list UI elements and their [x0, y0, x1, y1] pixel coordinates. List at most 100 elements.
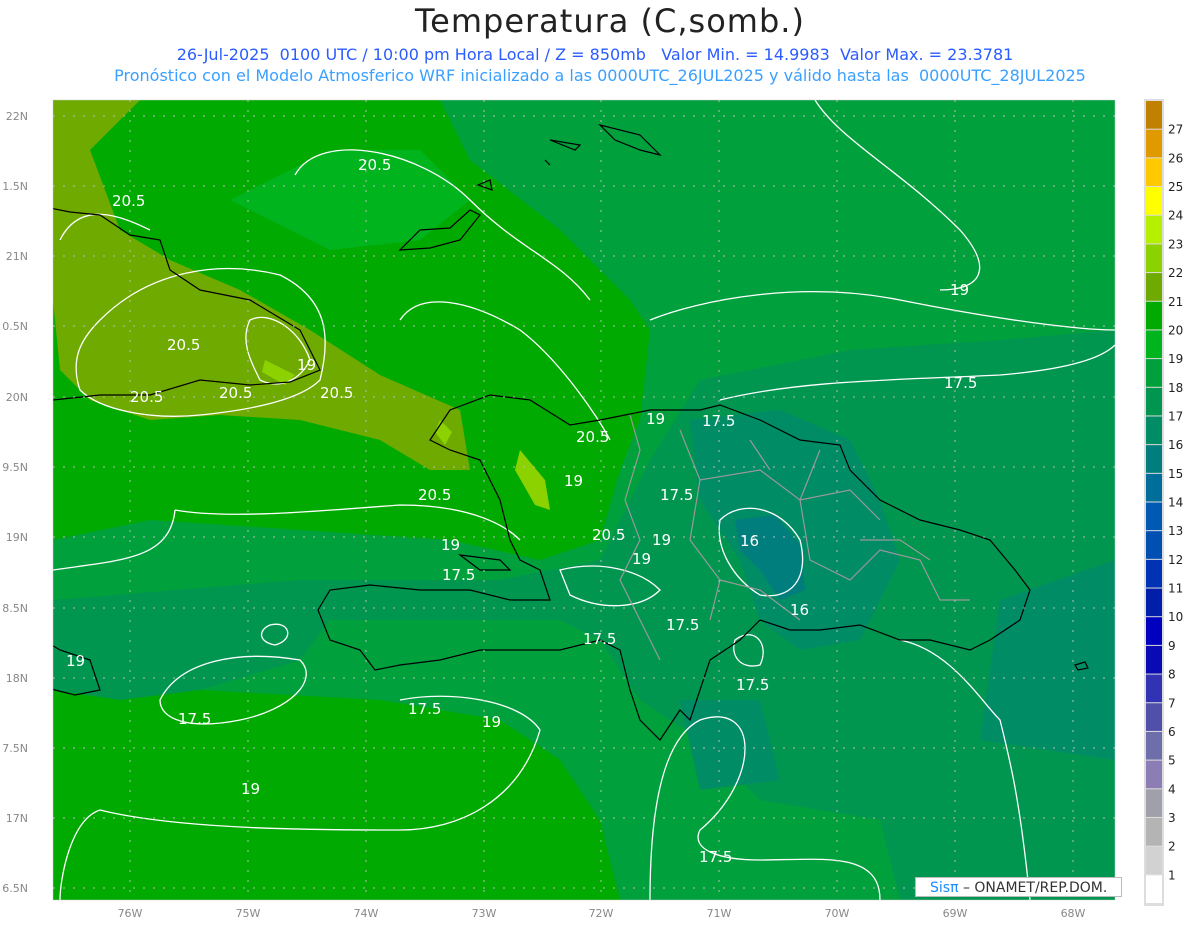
colorbar-swatch [1146, 588, 1162, 617]
colorbar-label: 11 [1168, 582, 1183, 596]
colorbar-swatch [1146, 846, 1162, 875]
contour-label: 20.5 [167, 336, 200, 354]
lat-label: 18N [6, 672, 28, 685]
lat-label: 8.5N [2, 602, 28, 615]
colorbar-swatch [1146, 273, 1162, 301]
colorbar-swatch [1146, 215, 1162, 244]
colorbar-swatch [1146, 244, 1162, 273]
lat-label: 21N [6, 250, 28, 263]
longitude-labels: 76W 75W 74W 73W 72W 71W 70W 69W 68W [118, 907, 1086, 920]
colorbar-swatch [1146, 473, 1162, 502]
colorbar-label: 24 [1168, 209, 1183, 223]
contour-label: 19 [950, 281, 969, 299]
contour-label: 19 [652, 531, 671, 549]
colorbar-label: 22 [1168, 266, 1183, 280]
colorbar-label: 16 [1168, 438, 1183, 452]
colorbar-swatch [1146, 387, 1162, 416]
colorbar-label: 18 [1168, 381, 1183, 395]
colorbar-swatch [1146, 187, 1162, 215]
credit-box: Sisπ – ONAMET/REP.DOM. [915, 877, 1122, 897]
colorbar-swatch [1146, 817, 1162, 846]
contour-label: 16 [740, 532, 759, 550]
colorbar-swatch [1146, 875, 1162, 903]
colorbar-label: 26 [1168, 151, 1183, 165]
contour-label: 20.5 [358, 156, 391, 174]
lat-label: 17N [6, 812, 28, 825]
colorbar-label: 4 [1168, 782, 1176, 796]
contour-label: 17.5 [699, 848, 732, 866]
contour-label: 20.5 [592, 526, 625, 544]
lon-label: 68W [1061, 907, 1086, 920]
contour-label: 19 [564, 472, 583, 490]
contour-label: 17.5 [178, 710, 211, 728]
colorbar-label: 15 [1168, 467, 1183, 481]
contour-label: 20.5 [219, 384, 252, 402]
colorbar-label: 13 [1168, 524, 1183, 538]
lon-label: 70W [825, 907, 850, 920]
contour-label: 20.5 [418, 486, 451, 504]
colorbar-swatch [1146, 301, 1162, 330]
colorbar-swatch [1146, 617, 1162, 645]
contour-label: 16 [790, 601, 809, 619]
colorbar-swatch [1146, 645, 1162, 674]
colorbar-label: 10 [1168, 610, 1183, 624]
lat-label: 19N [6, 531, 28, 544]
lat-label: 9.5N [2, 461, 28, 474]
colorbar-label: 3 [1168, 811, 1176, 825]
colorbar-label: 17 [1168, 409, 1183, 423]
colorbar-swatch [1146, 101, 1162, 129]
credit-text: – ONAMET/REP.DOM. [958, 880, 1108, 896]
colorbar-swatch [1146, 531, 1162, 559]
contour-label: 19 [241, 780, 260, 798]
lon-label: 71W [707, 907, 732, 920]
contour-label: 17.5 [702, 412, 735, 430]
colorbar-swatch [1146, 129, 1162, 158]
lat-label: 0.5N [2, 320, 28, 333]
contour-label: 17.5 [408, 700, 441, 718]
contour-label: 19 [441, 536, 460, 554]
lon-label: 72W [589, 907, 614, 920]
colorbar-label: 20 [1168, 323, 1183, 337]
colorbar-label: 9 [1168, 639, 1176, 653]
contour-label: 19 [632, 550, 651, 568]
contour-label: 20.5 [576, 428, 609, 446]
colorbar-label: 14 [1168, 496, 1183, 510]
colorbar-legend: 2726252423222120191817161514131211109876… [1144, 99, 1183, 906]
colorbar-label: 23 [1168, 237, 1183, 251]
colorbar-label: 1 [1168, 868, 1176, 882]
contour-label: 17.5 [660, 486, 693, 504]
colorbar-label: 25 [1168, 180, 1183, 194]
colorbar-label: 21 [1168, 295, 1183, 309]
contour-label: 17.5 [944, 374, 977, 392]
contour-label: 20.5 [112, 192, 145, 210]
lat-label: 1.5N [2, 180, 28, 193]
colorbar-swatch [1146, 559, 1162, 588]
contour-label: 19 [297, 356, 316, 374]
lon-label: 69W [943, 907, 968, 920]
colorbar-swatch [1146, 789, 1162, 817]
latitude-labels: 22N 1.5N 21N 0.5N 20N 9.5N 19N 8.5N 18N … [2, 110, 28, 895]
contour-label: 20.5 [320, 384, 353, 402]
lon-label: 73W [472, 907, 497, 920]
contour-label: 20.5 [130, 388, 163, 406]
colorbar-swatch [1146, 502, 1162, 531]
colorbar-label: 5 [1168, 754, 1176, 768]
colorbar-swatch [1146, 674, 1162, 703]
colorbar-swatch [1146, 703, 1162, 731]
lon-label: 74W [354, 907, 379, 920]
contour-label: 17.5 [736, 676, 769, 694]
colorbar-label: 27 [1168, 123, 1183, 137]
contour-label: 19 [646, 410, 665, 428]
contour-label: 19 [66, 652, 85, 670]
colorbar-swatch [1146, 760, 1162, 789]
colorbar-swatch [1146, 416, 1162, 445]
credit-brand: Sisπ [930, 880, 959, 896]
colorbar-label: 8 [1168, 668, 1176, 682]
colorbar-label: 2 [1168, 840, 1176, 854]
contour-label: 17.5 [442, 566, 475, 584]
lat-label: 6.5N [2, 882, 28, 895]
colorbar-swatch [1146, 445, 1162, 473]
colorbar-label: 12 [1168, 553, 1183, 567]
colorbar-swatch [1146, 330, 1162, 359]
lat-label: 22N [6, 110, 28, 123]
